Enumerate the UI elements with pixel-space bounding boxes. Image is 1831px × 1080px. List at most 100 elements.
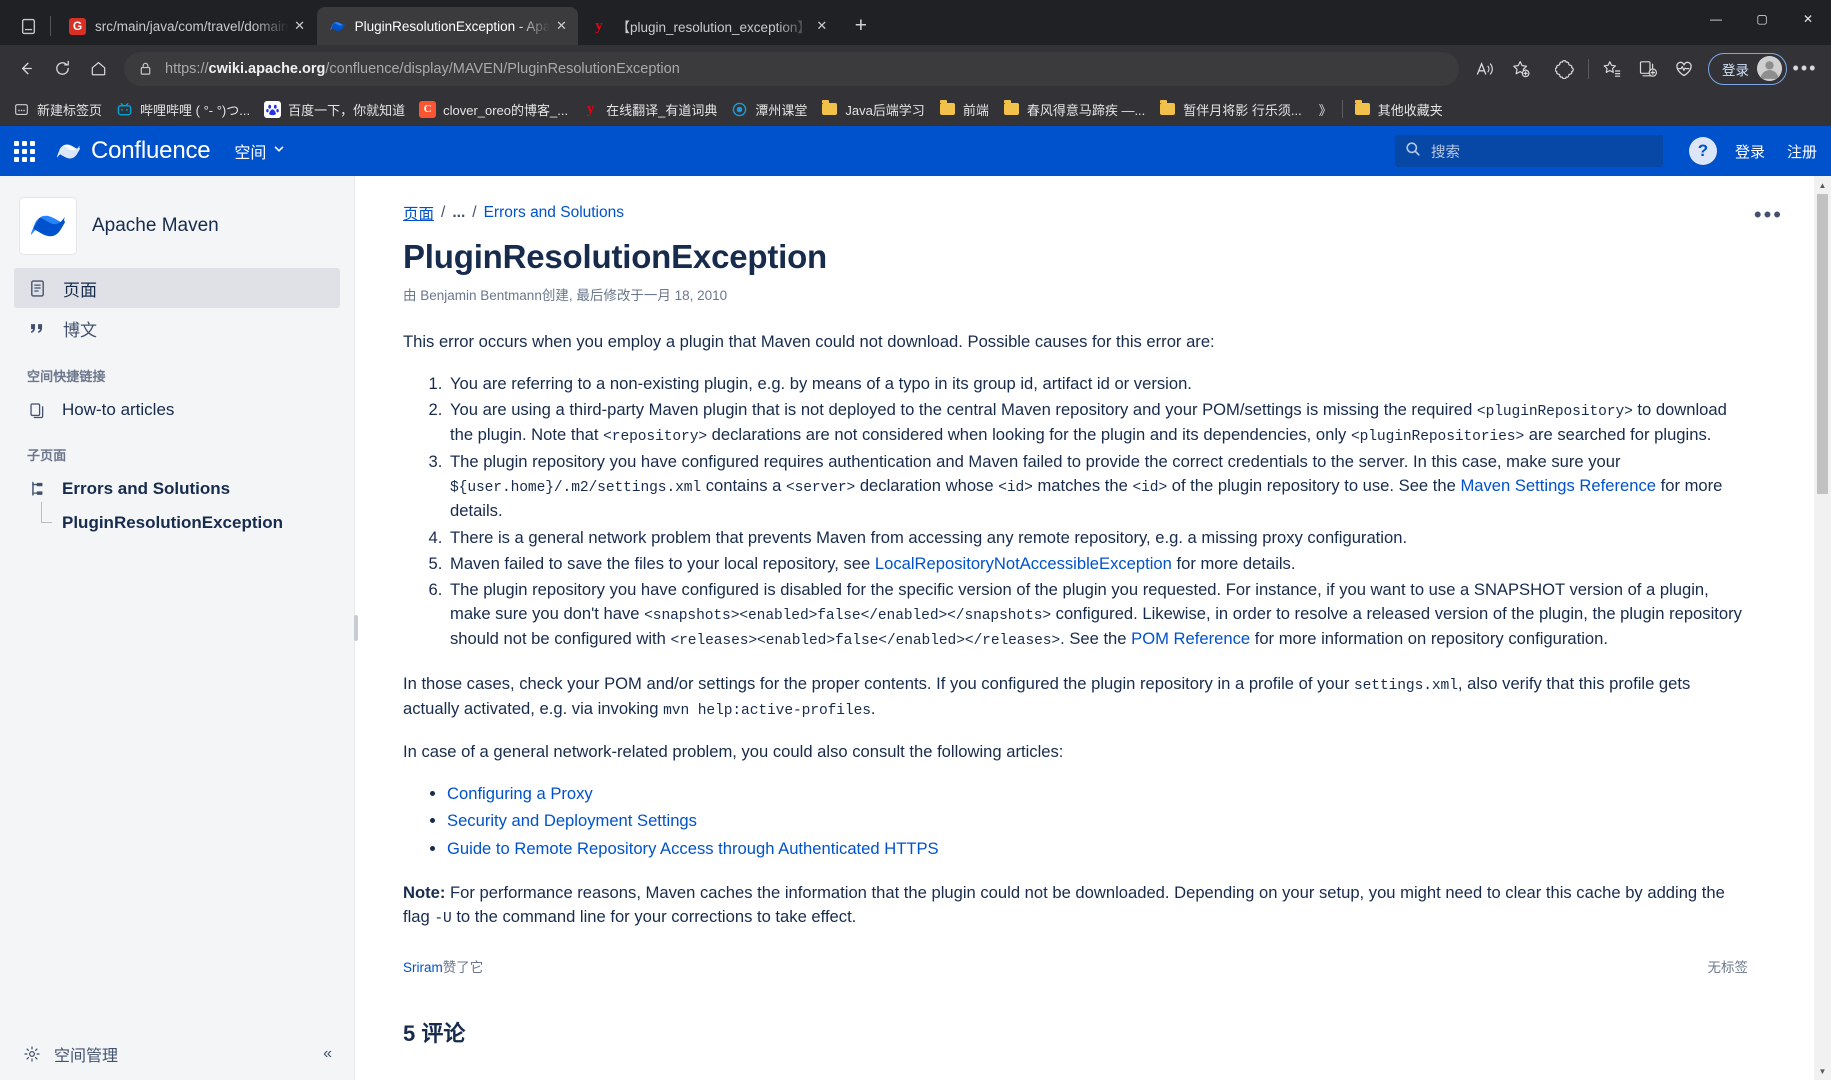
add-favorite-icon[interactable] — [1503, 51, 1539, 87]
close-icon[interactable]: ✕ — [289, 15, 311, 37]
bookmark-item[interactable]: 百度一下，你就知道 — [257, 96, 412, 123]
scroll-up-icon[interactable]: ▲ — [1814, 176, 1831, 194]
sidebar-resize-handle[interactable] — [354, 615, 358, 641]
bookmark-item[interactable]: y 在线翻译_有道词典 — [575, 96, 724, 123]
cause-item: Maven failed to save the files to your l… — [447, 552, 1748, 576]
other-bookmarks-folder[interactable]: 其他收藏夹 — [1347, 96, 1450, 123]
close-icon[interactable]: ✕ — [550, 15, 572, 37]
bookmark-item[interactable]: C clover_oreo的博客_... — [412, 96, 575, 123]
bookmark-folder[interactable]: 前端 — [932, 96, 996, 123]
inline-link[interactable]: LocalRepositoryNotAccessibleException — [875, 554, 1172, 573]
address-bar[interactable]: https://cwiki.apache.org/confluence/disp… — [124, 51, 1459, 86]
folder-icon — [1159, 100, 1176, 118]
close-window-button[interactable]: ✕ — [1785, 0, 1831, 38]
page-scrollbar[interactable]: ▲ ▼ — [1814, 176, 1831, 1080]
bookmarks-overflow-icon[interactable]: 》 — [1309, 100, 1342, 119]
space-settings[interactable]: 空间管理 « — [0, 1028, 354, 1080]
reload-icon[interactable] — [44, 51, 80, 87]
article-link[interactable]: Configuring a Proxy — [447, 784, 593, 803]
app-switcher-icon[interactable] — [14, 140, 35, 162]
favorites-list-icon[interactable] — [1594, 51, 1630, 87]
nav-spaces[interactable]: 空间 — [234, 139, 285, 163]
space-header[interactable]: Apache Maven — [0, 176, 354, 268]
inline-text: You are referring to a non-existing plug… — [450, 373, 1192, 393]
sidebar-child-errors-and-solutions[interactable]: Errors and Solutions — [14, 472, 340, 506]
body-area: Apache Maven 页面 博文 空间快捷链接 How-to article… — [0, 176, 1831, 1080]
breadcrumb-ellipsis[interactable]: ... — [452, 204, 465, 222]
article-link[interactable]: Security and Deployment Settings — [447, 811, 697, 830]
inline-code: <id> — [998, 480, 1033, 497]
confluence-signup-link[interactable]: 注册 — [1787, 141, 1817, 162]
collapse-sidebar-button[interactable]: « — [323, 1045, 332, 1063]
quote-icon — [27, 319, 47, 338]
article-link[interactable]: Guide to Remote Repository Access throug… — [447, 839, 939, 858]
inline-text: contains a — [701, 476, 786, 496]
inline-link[interactable]: POM Reference — [1131, 629, 1250, 648]
likes-label: Sriram赞了它 — [403, 956, 483, 976]
tab-search-icon[interactable] — [8, 7, 48, 45]
sidebar-child-pluginresolutionexception[interactable]: PluginResolutionException — [14, 502, 340, 540]
scrollbar-thumb[interactable] — [1817, 194, 1828, 494]
breadcrumb: 页面 / ... / Errors and Solutions — [403, 202, 1748, 224]
browser-tab-3[interactable]: y 【plugin_resolution_exception】 ✕ — [578, 7, 838, 45]
search-input[interactable]: 搜索 — [1394, 135, 1663, 167]
page-actions-button[interactable]: ••• — [1754, 202, 1783, 228]
inline-text: . — [870, 698, 876, 718]
bookmark-label: 新建标签页 — [37, 102, 103, 118]
bookmark-item[interactable]: 潭州课堂 — [724, 96, 814, 123]
toolbar-actions: 登录 ••• — [1467, 51, 1823, 87]
inline-text: to the command line for your corrections… — [451, 907, 857, 927]
youdao-icon: y — [586, 100, 595, 117]
confluence-product-name: Confluence — [91, 137, 211, 164]
sidebar-item-pages[interactable]: 页面 — [14, 268, 340, 308]
space-settings-label: 空间管理 — [54, 1048, 119, 1065]
bookmark-folder[interactable]: 春风得意马蹄疾 —... — [996, 96, 1152, 123]
minimize-button[interactable]: — — [1693, 0, 1739, 38]
cause-item: You are referring to a non-existing plug… — [447, 372, 1748, 396]
folder-icon — [939, 100, 956, 118]
bookmark-item[interactable]: 新建标签页 — [6, 96, 109, 123]
browser-tab-1[interactable]: G src/main/java/com/travel/domain ✕ — [57, 7, 317, 45]
help-icon[interactable]: ? — [1688, 137, 1717, 165]
breadcrumb-root[interactable]: 页面 — [403, 202, 434, 224]
inline-text: In those cases, check your POM and/or se… — [403, 673, 1354, 693]
bookmark-folder[interactable]: 暂伴月将影 行乐须... — [1152, 96, 1308, 123]
gear-icon — [22, 1045, 42, 1063]
inline-code: ${user.home}/.m2/settings.xml — [450, 480, 702, 497]
breadcrumb-parent[interactable]: Errors and Solutions — [484, 204, 624, 222]
maximize-button[interactable]: ▢ — [1739, 0, 1785, 38]
space-name: Apache Maven — [92, 215, 219, 236]
confluence-login-link[interactable]: 登录 — [1735, 141, 1765, 162]
inline-text: . See the — [1060, 628, 1132, 648]
read-aloud-icon[interactable] — [1467, 51, 1503, 87]
browser-signin-button[interactable]: 登录 — [1708, 52, 1787, 85]
inline-link[interactable]: Maven Settings Reference — [1460, 476, 1656, 495]
confluence-mark-icon — [55, 138, 82, 165]
bookmark-item[interactable]: 哔哩哔哩 ( °- °)つ... — [109, 96, 257, 123]
bookmark-label: Java后端学习 — [845, 102, 925, 118]
browser-tab-2[interactable]: PluginResolutionException - Apa ✕ — [316, 7, 579, 45]
bilibili-icon — [116, 101, 133, 118]
intro-paragraph: This error occurs when you employ a plug… — [403, 332, 1215, 351]
extensions-icon[interactable] — [1547, 51, 1583, 87]
home-icon[interactable] — [80, 51, 116, 87]
like-user-link[interactable]: Sriram — [403, 960, 443, 975]
scroll-down-icon[interactable]: ▼ — [1814, 1062, 1831, 1080]
bookmark-label: 春风得意马蹄疾 —... — [1026, 102, 1146, 118]
settings-and-more-icon[interactable]: ••• — [1787, 51, 1823, 87]
inline-code: <releases><enabled>false</enabled></rele… — [670, 632, 1061, 649]
inline-code: <pluginRepository> — [1476, 403, 1633, 420]
back-icon[interactable] — [8, 51, 44, 87]
bookmark-folder[interactable]: Java后端学习 — [814, 96, 931, 123]
tab-divider — [50, 16, 51, 36]
sidebar-shortcut-howto[interactable]: How-to articles — [14, 393, 340, 427]
confluence-logo[interactable]: Confluence — [55, 137, 211, 165]
browser-essentials-icon[interactable] — [1666, 51, 1702, 87]
note-paragraph: Note: For performance reasons, Maven cac… — [403, 881, 1748, 930]
close-icon[interactable]: ✕ — [811, 15, 833, 37]
collections-icon[interactable] — [1630, 51, 1666, 87]
new-tab-button[interactable]: + — [845, 10, 877, 42]
sidebar-item-blog[interactable]: 博文 — [14, 308, 340, 348]
page-icon — [27, 279, 47, 298]
inline-text: The plugin repository you have configure… — [450, 452, 1621, 472]
